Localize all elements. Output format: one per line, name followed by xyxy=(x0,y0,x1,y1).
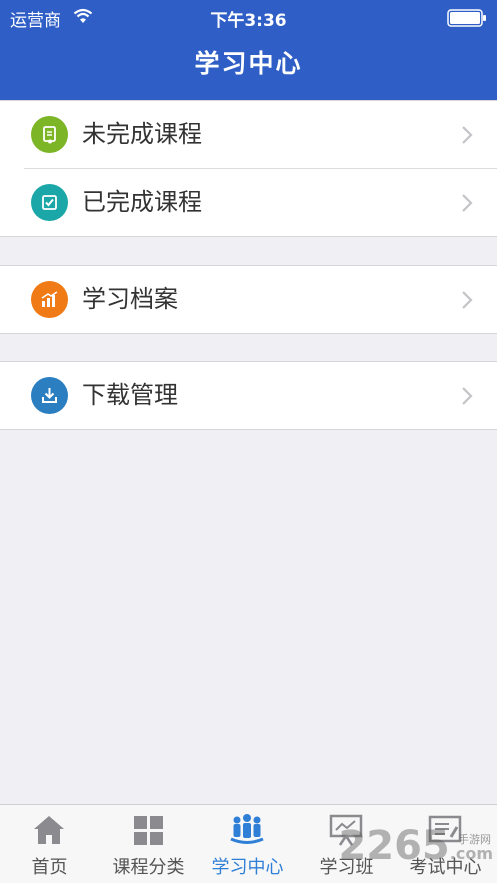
list-item-completed-courses[interactable]: 已完成课程 xyxy=(24,168,497,236)
tab-label: 学习中心 xyxy=(211,857,284,878)
course-group: 未完成课程 已完成课程 xyxy=(0,100,497,237)
download-group: 下载管理 xyxy=(0,361,497,430)
list-item-label: 下载管理 xyxy=(82,381,178,409)
battery-icon xyxy=(447,9,486,27)
tab-home[interactable]: 首页 xyxy=(0,805,99,883)
tab-learning-center[interactable]: 学习中心 xyxy=(198,805,297,883)
clock: 下午3:36 xyxy=(210,11,287,31)
tab-label: 课程分类 xyxy=(112,857,185,878)
home-icon xyxy=(34,816,64,844)
top-bar: 运营商 下午3:36 学习中心 xyxy=(0,0,497,100)
unfinished-course-icon xyxy=(31,116,68,153)
list-item-unfinished-courses[interactable]: 未完成课程 xyxy=(0,101,497,168)
watermark: 2265.com xyxy=(338,823,493,869)
people-icon xyxy=(230,814,264,844)
status-bar: 运营商 下午3:36 xyxy=(0,0,497,34)
grid-icon xyxy=(134,816,163,845)
watermark-number: 2265 xyxy=(338,823,450,869)
chevron-right-icon xyxy=(462,194,473,212)
list-item-label: 未完成课程 xyxy=(82,120,202,148)
learning-record-icon xyxy=(31,281,68,318)
list-item-download-management[interactable]: 下载管理 xyxy=(0,362,497,429)
record-group: 学习档案 xyxy=(0,265,497,334)
completed-course-icon xyxy=(31,184,68,221)
list-item-label: 学习档案 xyxy=(82,285,178,313)
watermark-domain: .com xyxy=(449,844,493,863)
chevron-right-icon xyxy=(462,291,473,309)
tab-course-category[interactable]: 课程分类 xyxy=(99,805,198,883)
list-item-learning-record[interactable]: 学习档案 xyxy=(0,266,497,333)
list-item-label: 已完成课程 xyxy=(82,188,202,216)
chevron-right-icon xyxy=(462,387,473,405)
chevron-right-icon xyxy=(462,126,473,144)
tab-label: 首页 xyxy=(31,857,68,878)
download-icon xyxy=(31,377,68,414)
page-title: 学习中心 xyxy=(194,49,303,78)
